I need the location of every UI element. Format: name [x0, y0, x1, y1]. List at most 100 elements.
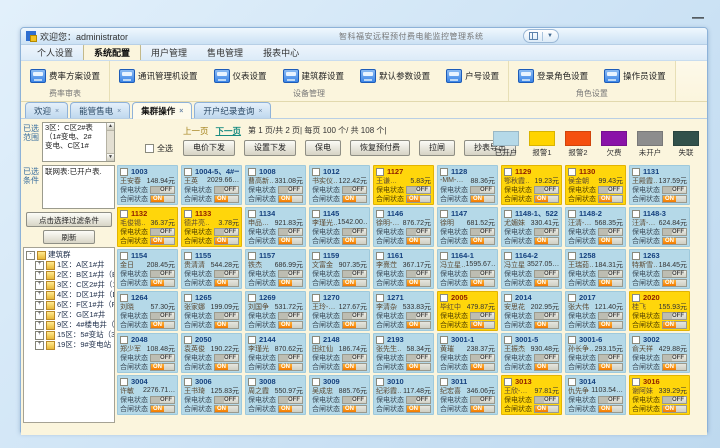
meter-card[interactable]: 1148-2汪清-…568.35元保电状态OFF合闸状态ON [565, 207, 626, 247]
card-checkbox[interactable] [568, 336, 576, 344]
power-keep-toggle[interactable]: OFF [150, 354, 175, 362]
listbox-scrollbar[interactable]: ▲ ▼ [106, 123, 114, 161]
card-checkbox[interactable] [120, 294, 128, 302]
power-keep-toggle[interactable]: OFF [150, 228, 175, 236]
card-checkbox[interactable] [248, 252, 256, 260]
card-checkbox[interactable] [248, 294, 256, 302]
meter-card[interactable]: 1146徐明-…876.72元保电状态OFF合闸状态ON [373, 207, 434, 247]
power-keep-toggle[interactable]: OFF [214, 312, 239, 320]
switch-state-toggle[interactable]: ON [662, 321, 687, 329]
expand-icon[interactable]: + [35, 341, 44, 350]
card-checkbox[interactable] [568, 294, 576, 302]
switch-state-toggle[interactable]: ON [214, 237, 239, 245]
switch-state-toggle[interactable]: ON [342, 237, 367, 245]
skin-switcher[interactable]: ▼ [523, 29, 559, 43]
power-keep-toggle[interactable]: OFF [662, 186, 687, 194]
power-keep-toggle[interactable]: OFF [342, 228, 367, 236]
meter-card[interactable]: 1012书实仪…122.42元保电状态OFF合闸状态ON [309, 165, 370, 205]
power-keep-toggle[interactable]: OFF [278, 312, 303, 320]
meter-card[interactable]: 1148-1、522尤媚妹330.41元保电状态OFF合闸状态ON [501, 207, 562, 247]
switch-state-toggle[interactable]: ON [470, 405, 495, 413]
switch-state-toggle[interactable]: ON [406, 321, 431, 329]
meter-card[interactable]: 1145李瑾光…1542.00…保电状态OFF合闸状态ON [309, 207, 370, 247]
meter-card[interactable]: 1265张家娜199.09元保电状态OFF合闸状态ON [181, 291, 242, 331]
expand-icon[interactable]: + [35, 271, 44, 280]
switch-state-toggle[interactable]: ON [598, 363, 623, 371]
switch-state-toggle[interactable]: ON [406, 279, 431, 287]
meter-card[interactable]: 1264刘晓57.30元保电状态OFF合闸状态ON [117, 291, 178, 331]
meter-card[interactable]: 1269刘国争531.72元保电状态OFF合闸状态ON [245, 291, 306, 331]
prev-page-link[interactable]: 上一页 [183, 125, 209, 137]
meter-card[interactable]: 1157铁杰686.99元保电状态OFF合闸状态ON [245, 249, 306, 289]
meter-card[interactable]: 3011纪宏喜346.06元保电状态OFF合闸状态ON [437, 375, 498, 415]
action-button-恢复预付费[interactable]: 恢复预付费 [350, 140, 410, 156]
card-checkbox[interactable] [440, 378, 448, 386]
power-keep-toggle[interactable]: OFF [534, 228, 559, 236]
power-keep-toggle[interactable]: OFF [214, 354, 239, 362]
power-keep-toggle[interactable]: OFF [598, 312, 623, 320]
meter-card[interactable]: 1155贵清清544.28元保电状态OFF合闸状态ON [181, 249, 242, 289]
card-checkbox[interactable] [632, 378, 640, 386]
card-checkbox[interactable] [376, 294, 384, 302]
meter-card[interactable]: 1133德井亮…3.78元保电状态OFF合闸状态ON [181, 207, 242, 247]
meter-card[interactable]: 1154金日208.45元保电状态OFF合闸状态ON [117, 249, 178, 289]
power-keep-toggle[interactable]: OFF [470, 354, 495, 362]
ribbon-button-登录角色设置[interactable]: 登录角色设置 [515, 67, 591, 85]
switch-state-toggle[interactable]: ON [534, 279, 559, 287]
switch-state-toggle[interactable]: ON [214, 405, 239, 413]
power-keep-toggle[interactable]: OFF [214, 186, 239, 194]
chevron-down-icon[interactable]: ▼ [547, 33, 553, 39]
meter-card[interactable]: 1263特斯雪…184.45元保电状态OFF合闸状态ON [629, 249, 690, 289]
card-checkbox[interactable] [568, 252, 576, 260]
tab-开户纪录查询[interactable]: 开户纪录查询× [194, 102, 271, 118]
meter-card[interactable]: 1130侯金朝99.43元保电状态OFF合闸状态ON [565, 165, 626, 205]
card-checkbox[interactable] [440, 252, 448, 260]
meter-card[interactable]: 1147徐明681.52元保电状态OFF合闸状态ON [437, 207, 498, 247]
card-checkbox[interactable] [632, 210, 640, 218]
power-keep-toggle[interactable]: OFF [662, 228, 687, 236]
power-keep-toggle[interactable]: OFF [214, 228, 239, 236]
ribbon-button-操作员设置[interactable]: 操作员设置 [601, 67, 669, 85]
switch-state-toggle[interactable]: ON [470, 195, 495, 203]
ribbon-button-仪表设置[interactable]: 仪表设置 [211, 67, 270, 85]
tree-item[interactable]: +7区：G区1#井 [35, 310, 114, 320]
meter-card[interactable]: 1132毛俊锡…36.37元保电状态OFF合闸状态ON [117, 207, 178, 247]
power-keep-toggle[interactable]: OFF [342, 270, 367, 278]
switch-state-toggle[interactable]: ON [342, 405, 367, 413]
card-checkbox[interactable] [376, 210, 384, 218]
menu-item-报表中心[interactable]: 报表中心 [253, 44, 309, 60]
expand-icon[interactable]: + [35, 311, 44, 320]
card-checkbox[interactable] [184, 210, 192, 218]
card-checkbox[interactable] [312, 168, 320, 176]
switch-state-toggle[interactable]: ON [342, 195, 367, 203]
ribbon-button-通讯管理机设置[interactable]: 通讯管理机设置 [116, 67, 201, 85]
expand-icon[interactable]: + [35, 261, 44, 270]
card-checkbox[interactable] [568, 168, 576, 176]
power-keep-toggle[interactable]: OFF [278, 228, 303, 236]
meter-card[interactable]: 3001-6孙长争…293.15元保电状态OFF合闸状态ON [565, 333, 626, 373]
card-checkbox[interactable] [312, 294, 320, 302]
switch-state-toggle[interactable]: ON [214, 195, 239, 203]
card-checkbox[interactable] [184, 294, 192, 302]
meter-card[interactable]: 1129鄂秋霞…19.23元保电状态OFF合闸状态ON [501, 165, 562, 205]
card-checkbox[interactable] [376, 378, 384, 386]
card-checkbox[interactable] [184, 168, 192, 176]
meter-card[interactable]: 2014安思花202.95元保电状态OFF合闸状态ON [501, 291, 562, 331]
action-button-保电[interactable]: 保电 [305, 140, 341, 156]
meter-card[interactable]: 3006王书琦125.83元保电状态OFF合闸状态ON [181, 375, 242, 415]
power-keep-toggle[interactable]: OFF [342, 354, 367, 362]
switch-state-toggle[interactable]: ON [662, 237, 687, 245]
action-button-设置下发[interactable]: 设置下发 [244, 140, 296, 156]
switch-state-toggle[interactable]: ON [534, 237, 559, 245]
meter-card[interactable]: 3008周之霞550.97元保电状态OFF合闸状态ON [245, 375, 306, 415]
switch-state-toggle[interactable]: ON [342, 279, 367, 287]
close-icon[interactable]: × [258, 108, 262, 115]
expand-icon[interactable]: + [35, 281, 44, 290]
card-checkbox[interactable] [312, 378, 320, 386]
switch-state-toggle[interactable]: ON [278, 363, 303, 371]
card-checkbox[interactable] [312, 252, 320, 260]
power-keep-toggle[interactable]: OFF [470, 312, 495, 320]
switch-state-toggle[interactable]: ON [662, 279, 687, 287]
menu-item-用户管理[interactable]: 用户管理 [141, 44, 197, 60]
switch-state-toggle[interactable]: ON [150, 405, 175, 413]
